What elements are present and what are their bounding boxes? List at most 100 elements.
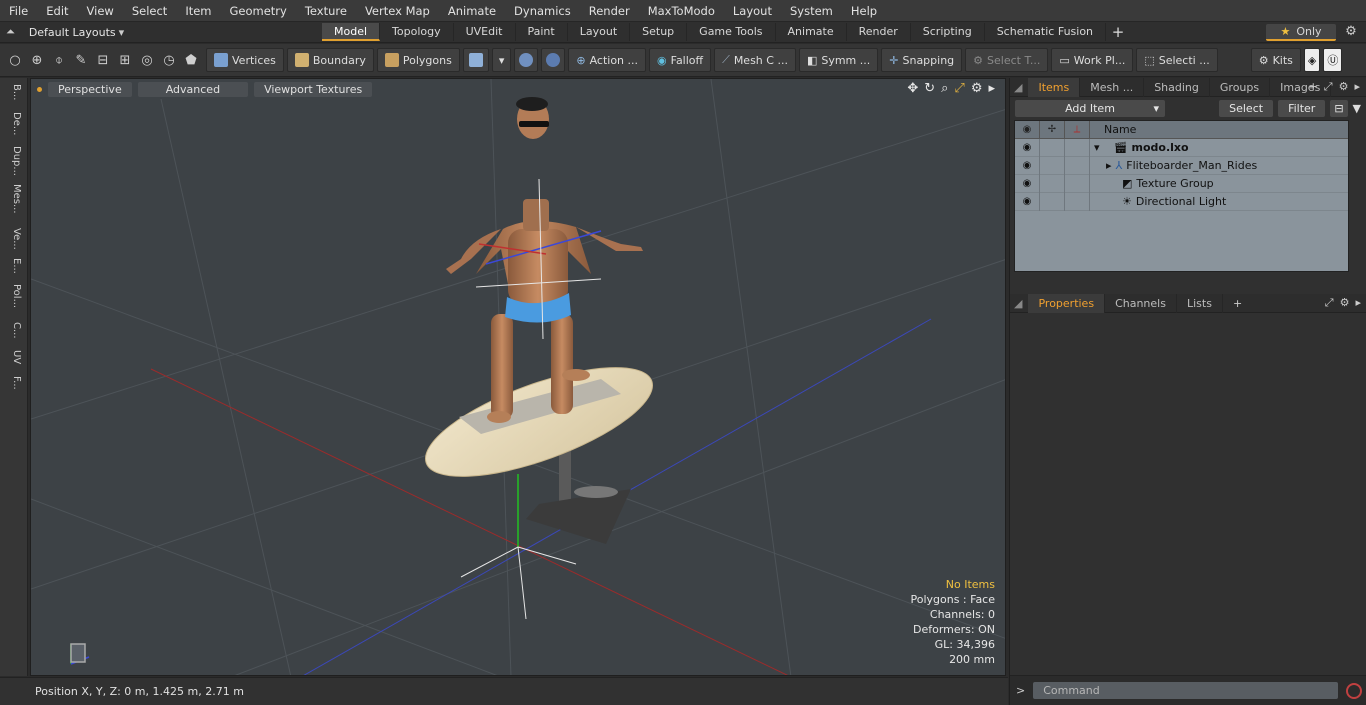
tab-paint[interactable]: Paint [516, 23, 568, 41]
tab-uv[interactable]: UV [4, 350, 22, 364]
list-item[interactable]: ◉ ▾ 🎬︎ modo.lxo [1015, 138, 1348, 157]
list-item[interactable]: ◉ ▸ ⅄ Fliteboarder_Man_Rides [1015, 156, 1348, 175]
tab-uvedit[interactable]: UVEdit [454, 23, 516, 41]
sphere-icon[interactable]: ◷ [158, 48, 180, 72]
tab-render[interactable]: Render [847, 23, 911, 41]
falloff-button[interactable]: ◉ Falloff [649, 48, 712, 72]
menu-edit[interactable]: Edit [37, 0, 77, 22]
collapse-arrow-icon[interactable]: ▾ [1094, 141, 1100, 154]
eye-icon[interactable]: ◉ [1015, 156, 1040, 175]
action-center-button[interactable]: ⊕ Action ... [568, 48, 647, 72]
tab-mesh-edit[interactable]: Mes... [4, 184, 22, 214]
lock-column-icon[interactable]: ✢ [1040, 120, 1065, 139]
polygons-button[interactable]: Polygons [376, 48, 460, 72]
add-tab-icon[interactable]: + [1106, 23, 1130, 41]
maximize-icon[interactable]: ⤢ [954, 81, 964, 96]
menu-layout[interactable]: Layout [724, 0, 781, 22]
tab-game-tools[interactable]: Game Tools [687, 23, 776, 41]
selection-sets-button[interactable]: ⬚ Selecti ... [1136, 48, 1218, 72]
filter-button[interactable]: Filter [1278, 99, 1326, 117]
tab-curve[interactable]: C... [4, 322, 22, 339]
kits-button[interactable]: ⚙ Kits [1250, 48, 1301, 72]
work-plane-button[interactable]: ▭ Work Pl... [1051, 48, 1134, 72]
select-button[interactable]: Select [1219, 99, 1274, 117]
tab-edge[interactable]: E... [4, 258, 22, 274]
tab-fusion[interactable]: F... [4, 376, 22, 390]
viewport-gear-icon[interactable]: ⚙ [971, 81, 983, 96]
menu-help[interactable]: Help [842, 0, 886, 22]
tab-duplicate[interactable]: Dup... [4, 146, 22, 176]
move-view-icon[interactable]: ✥ [907, 81, 918, 96]
expand-panel-icon[interactable]: ⤢ [1325, 296, 1334, 310]
tab-channels[interactable]: Channels [1105, 293, 1177, 313]
frame-icon[interactable]: ◎ [136, 48, 158, 72]
tab-shading[interactable]: Shading [1144, 77, 1210, 97]
panel-menu-arrow-icon[interactable]: ▸ [1354, 80, 1360, 94]
menu-dynamics[interactable]: Dynamics [505, 0, 580, 22]
circle-select-icon[interactable]: ○ [4, 48, 26, 72]
tab-lists[interactable]: Lists [1177, 293, 1223, 313]
3d-viewport[interactable]: Perspective Advanced Viewport Textures ✥… [30, 78, 1006, 676]
add-panel-icon[interactable]: + [1309, 80, 1318, 94]
render-column-icon[interactable]: ⟂ [1065, 120, 1090, 139]
list-item[interactable]: ◉ ◩ Texture Group [1015, 174, 1348, 193]
advanced-dropdown[interactable]: Advanced [137, 81, 249, 97]
tab-basic[interactable]: B... [4, 84, 22, 100]
menu-vertex-map[interactable]: Vertex Map [356, 0, 439, 22]
tab-mesh[interactable]: Mesh ... [1080, 77, 1145, 97]
menu-view[interactable]: View [78, 0, 123, 22]
add-item-button[interactable]: Add Item ▾ [1015, 99, 1165, 117]
tab-layout[interactable]: Layout [568, 23, 631, 41]
mesh-constraint-button[interactable]: ⟋ Mesh C ... [714, 48, 796, 72]
snap-mode-a-button[interactable] [514, 48, 539, 72]
menu-animate[interactable]: Animate [439, 0, 505, 22]
align-icon[interactable]: ⊟ [92, 48, 114, 72]
menu-geometry[interactable]: Geometry [221, 0, 296, 22]
add-tab-icon[interactable]: + [1233, 297, 1242, 310]
collapse-button[interactable]: ⊟ [1330, 99, 1348, 117]
tab-setup[interactable]: Setup [630, 23, 688, 41]
zoom-icon[interactable]: ⌕ [941, 81, 948, 96]
tab-items[interactable]: Items [1028, 77, 1081, 97]
expand-panel-icon[interactable]: ⤢ [1324, 80, 1333, 94]
tab-polygon[interactable]: Pol... [4, 284, 22, 308]
panel-gear-icon[interactable]: ⚙ [1339, 80, 1349, 94]
only-toggle[interactable]: ★ Only [1266, 24, 1336, 41]
menu-render[interactable]: Render [580, 0, 639, 22]
brush-icon[interactable]: ✎ [70, 48, 92, 72]
panel-menu-icon[interactable]: ◢ [1014, 297, 1022, 310]
menu-maxtomodo[interactable]: MaxToModo [639, 0, 724, 22]
rotate-view-icon[interactable]: ↻ [924, 81, 935, 96]
eye-icon[interactable]: ◉ [1015, 174, 1040, 193]
menu-system[interactable]: System [781, 0, 842, 22]
unreal-button[interactable]: Ⓤ [1323, 48, 1343, 72]
tab-animate[interactable]: Animate [776, 23, 847, 41]
tab-topology[interactable]: Topology [380, 23, 454, 41]
perspective-dropdown[interactable]: Perspective [48, 81, 132, 97]
layout-dropdown[interactable]: ⏶ Default Layouts ▾ [0, 22, 322, 43]
snapping-button[interactable]: ✛ Snapping [881, 48, 963, 72]
snap-mode-b-button[interactable] [541, 48, 566, 72]
tab-groups[interactable]: Groups [1210, 77, 1271, 97]
symmetry-button[interactable]: ◧ Symm ... [798, 48, 879, 72]
viewport-textures-dropdown[interactable]: Viewport Textures [254, 81, 373, 97]
select-through-button[interactable]: ⚙ Select T... [965, 48, 1049, 72]
filter-icon[interactable]: ▼ [1353, 102, 1361, 115]
globe-icon[interactable]: ⊕ [26, 48, 48, 72]
command-input[interactable]: Command [1033, 682, 1339, 699]
name-column-header[interactable]: Name [1090, 123, 1136, 136]
tab-scripting[interactable]: Scripting [911, 23, 985, 41]
visibility-column-icon[interactable]: ◉ [1015, 120, 1040, 139]
expand-arrow-icon[interactable]: ▸ [1106, 159, 1112, 172]
vertices-button[interactable]: Vertices [206, 48, 284, 72]
list-item[interactable]: ◉ ☀ Directional Light [1015, 192, 1348, 211]
tab-properties[interactable]: Properties [1028, 293, 1106, 313]
boundary-button[interactable]: Boundary [286, 48, 374, 72]
eye-icon[interactable]: ◉ [1015, 138, 1040, 157]
viewport-menu-icon[interactable]: ▸ [988, 81, 995, 96]
menu-select[interactable]: Select [123, 0, 176, 22]
panel-menu-arrow-icon[interactable]: ▸ [1355, 296, 1361, 310]
eye-icon[interactable]: ◉ [1015, 192, 1040, 211]
mode-dropdown[interactable]: ▾ [491, 48, 512, 72]
panel-menu-icon[interactable]: ◢ [1014, 81, 1022, 94]
